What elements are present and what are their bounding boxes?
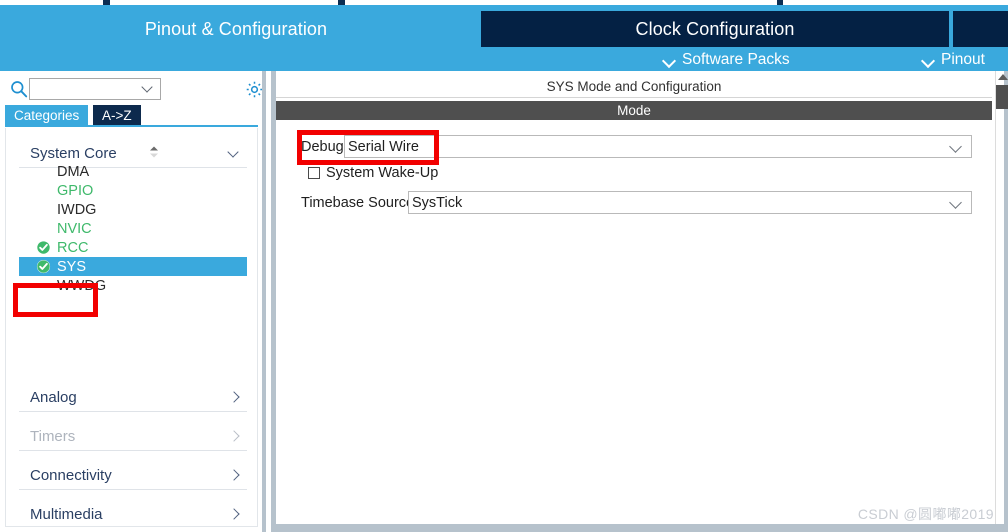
- tree-group-analog-header[interactable]: Analog: [19, 384, 247, 412]
- software-packs-label: Software Packs: [682, 51, 790, 68]
- subtab-underline: [5, 125, 258, 127]
- bottom-filler-bar: [276, 524, 1008, 532]
- tree-group-system-core-title: System Core: [30, 145, 117, 162]
- timebase-label: Timebase Source: [301, 195, 415, 211]
- tab-pinout-configuration[interactable]: Pinout & Configuration: [0, 13, 472, 45]
- section-header-mode: Mode: [276, 101, 992, 120]
- debug-row: Debug Serial Wire: [276, 135, 992, 160]
- tree-item-dma[interactable]: DMA: [19, 162, 247, 181]
- tree-group-connectivity-header[interactable]: Connectivity: [19, 462, 247, 490]
- check-circle-icon: [36, 240, 51, 255]
- sidebar-subtabs: Categories A->Z: [0, 105, 262, 127]
- subtab-categories-label: Categories: [14, 108, 80, 123]
- subtab-categories[interactable]: Categories: [5, 105, 89, 126]
- watermark: CSDN @圆嘟嘟2019: [857, 506, 994, 522]
- page-title: SYS Mode and Configuration: [276, 75, 992, 98]
- configuration-panel: SYS Mode and Configuration Mode Debug Se…: [276, 71, 1008, 532]
- chevron-down-icon: [951, 144, 962, 151]
- tree-group-analog: Analog: [19, 384, 247, 412]
- debug-select[interactable]: Serial Wire: [344, 135, 972, 158]
- tree-item-iwdg-label: IWDG: [57, 201, 97, 218]
- chevron-down-icon: [951, 200, 962, 207]
- tab-clock-configuration-label: Clock Configuration: [635, 18, 795, 39]
- tree-group-multimedia: Multimedia: [19, 501, 247, 526]
- check-circle-icon: [36, 259, 51, 274]
- timebase-row: Timebase Source SysTick: [276, 191, 992, 216]
- search-input[interactable]: [29, 78, 161, 100]
- tree-item-wwdg-label: WWDG: [57, 277, 107, 294]
- chevron-down-icon: [664, 55, 675, 66]
- peripheral-tree: System Core DMA GPIO IWDG NVIC RCC SYS W…: [5, 128, 258, 527]
- pinout-menu[interactable]: Pinout: [923, 51, 985, 69]
- tree-item-gpio[interactable]: GPIO: [19, 181, 247, 200]
- chevron-right-icon: [229, 432, 238, 441]
- tree-item-rcc[interactable]: RCC: [19, 238, 247, 257]
- sidebar: Categories A->Z System Core DMA GPIO IWD…: [0, 71, 263, 532]
- debug-select-value: Serial Wire: [348, 138, 419, 155]
- tab-pinout-configuration-label: Pinout & Configuration: [144, 18, 328, 39]
- chevron-right-icon: [229, 393, 238, 402]
- tree-item-gpio-label: GPIO: [57, 182, 94, 199]
- system-wakeup-checkbox-row[interactable]: System Wake-Up: [308, 165, 438, 181]
- subtab-a-to-z-label: A->Z: [102, 108, 132, 123]
- pinout-menu-label: Pinout: [941, 51, 985, 68]
- main-tab-bar: Pinout & Configuration Clock Configurati…: [0, 5, 1008, 71]
- tree-group-connectivity: Connectivity: [19, 462, 247, 490]
- vertical-scrollbar[interactable]: [995, 71, 1008, 532]
- tree-group-timers: Timers: [19, 423, 247, 451]
- page-title-label: SYS Mode and Configuration: [546, 78, 722, 94]
- tree-group-system-core: System Core DMA GPIO IWDG NVIC RCC SYS W…: [19, 140, 247, 294]
- tree-item-nvic-label: NVIC: [57, 220, 92, 237]
- tree-item-sys-label: SYS: [57, 258, 87, 275]
- software-packs-menu[interactable]: Software Packs: [664, 51, 790, 69]
- timebase-select[interactable]: SysTick: [408, 191, 972, 214]
- chevron-right-icon: [229, 510, 238, 519]
- chevron-down-icon: [143, 85, 153, 91]
- tab-overflow-stub[interactable]: [953, 11, 1008, 47]
- debug-label: Debug: [301, 139, 344, 155]
- system-wakeup-label: System Wake-Up: [326, 165, 439, 181]
- tree-group-analog-title: Analog: [30, 389, 77, 406]
- tree-item-iwdg[interactable]: IWDG: [19, 200, 247, 219]
- mode-form: Debug Serial Wire System Wake-Up Timebas…: [276, 127, 992, 247]
- chevron-down-icon: [923, 55, 934, 66]
- tree-scroll-spinner-icon[interactable]: [147, 145, 161, 159]
- tree-item-sys[interactable]: SYS: [19, 257, 247, 276]
- scrollbar-track[interactable]: [1004, 71, 1008, 532]
- tree-group-connectivity-title: Connectivity: [30, 467, 112, 484]
- app-window: Pinout & Configuration Clock Configurati…: [0, 0, 1008, 532]
- tree-group-timers-title: Timers: [30, 428, 76, 445]
- tree-item-rcc-label: RCC: [57, 239, 89, 256]
- tab-clock-configuration[interactable]: Clock Configuration: [481, 11, 949, 47]
- subtab-a-to-z[interactable]: A->Z: [93, 105, 141, 126]
- scroll-up-arrow-icon[interactable]: [998, 74, 1008, 80]
- tree-group-timers-header[interactable]: Timers: [19, 423, 247, 451]
- section-header-mode-label: Mode: [617, 103, 651, 118]
- tree-item-dma-label: DMA: [57, 163, 90, 180]
- scrollbar-thumb[interactable]: [996, 85, 1008, 109]
- tree-group-multimedia-title: Multimedia: [30, 506, 103, 523]
- checkbox-icon[interactable]: [308, 167, 320, 179]
- panel-splitter[interactable]: [262, 71, 276, 532]
- chevron-right-icon: [229, 471, 238, 480]
- tree-group-multimedia-header[interactable]: Multimedia: [19, 501, 247, 526]
- chevron-down-icon: [229, 149, 238, 158]
- tree-group-system-core-items: DMA GPIO IWDG NVIC RCC SYS WWDG: [19, 162, 247, 295]
- tree-item-wwdg[interactable]: WWDG: [19, 276, 247, 295]
- search-icon: [10, 80, 28, 98]
- sidebar-search-row: [0, 74, 263, 105]
- timebase-select-value: SysTick: [412, 194, 463, 211]
- tree-item-nvic[interactable]: NVIC: [19, 219, 247, 238]
